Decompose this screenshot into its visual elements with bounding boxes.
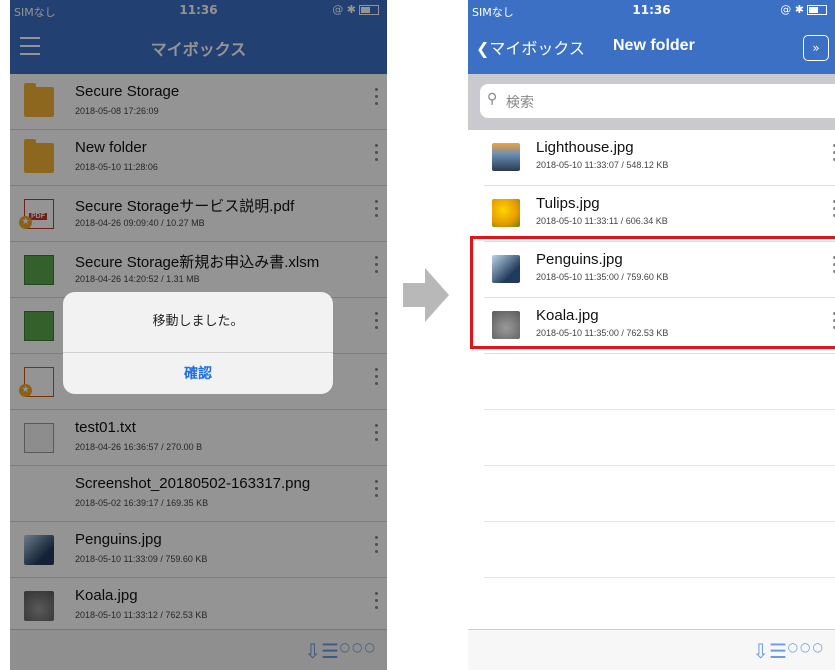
left-screen: SIMなし 11:36 @ ✱ マイボックス Secure Storage 201… bbox=[10, 0, 387, 670]
confirm-button[interactable]: 確認 bbox=[63, 353, 333, 394]
file-meta: 2018-05-10 11:33:11 / 606.34 KB bbox=[536, 216, 668, 226]
empty-row bbox=[484, 522, 835, 578]
file-meta: 2018-05-10 11:33:07 / 548.12 KB bbox=[536, 160, 669, 170]
chevron-left-icon: ❮ bbox=[476, 39, 490, 58]
search-icon: ⚲ bbox=[487, 91, 498, 107]
status-bar: SIMなし 11:36 @ ✱ bbox=[468, 0, 835, 21]
empty-row bbox=[484, 466, 835, 522]
search-input[interactable]: ⚲ 検索 bbox=[480, 84, 835, 118]
page-title: New folder bbox=[613, 37, 695, 54]
chevron-down-circle-icon[interactable]: » bbox=[803, 35, 829, 61]
empty-row bbox=[484, 578, 835, 634]
status-icons: @ ✱ bbox=[780, 3, 827, 16]
battery-icon bbox=[807, 5, 827, 15]
empty-row bbox=[484, 354, 835, 410]
arrow-right-icon bbox=[403, 268, 449, 322]
lighthouse-thumbnail bbox=[492, 143, 520, 171]
empty-row bbox=[484, 410, 835, 466]
tulips-thumbnail bbox=[492, 199, 520, 227]
highlight-box bbox=[470, 236, 835, 349]
more-icon[interactable]: ○○○ bbox=[788, 640, 825, 654]
alert-dialog: 移動しました。 確認 bbox=[63, 292, 333, 394]
search-bar: ⚲ 検索 bbox=[468, 74, 835, 130]
bottom-toolbar: ⇩☰ ○○○ bbox=[468, 629, 835, 670]
file-row[interactable]: Lighthouse.jpg 2018-05-10 11:33:07 / 548.… bbox=[484, 130, 835, 186]
file-name: Lighthouse.jpg bbox=[536, 139, 634, 156]
nav-bar: ❮マイボックス New folder » bbox=[468, 21, 835, 74]
sort-icon[interactable]: ⇩☰ bbox=[752, 639, 787, 663]
file-row[interactable]: Tulips.jpg 2018-05-10 11:33:11 / 606.34 K… bbox=[484, 186, 835, 242]
search-placeholder: 検索 bbox=[506, 95, 534, 111]
empty-list-area bbox=[468, 354, 835, 634]
dialog-message: 移動しました。 bbox=[63, 292, 333, 353]
file-name: Tulips.jpg bbox=[536, 195, 600, 212]
back-button[interactable]: ❮マイボックス bbox=[476, 35, 585, 59]
